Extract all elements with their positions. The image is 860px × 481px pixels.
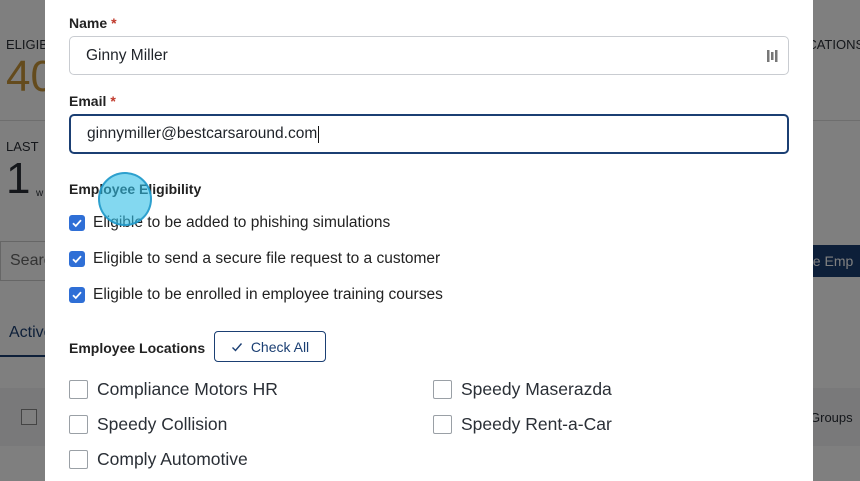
password-manager-icon[interactable]: [766, 49, 780, 63]
required-mark: *: [111, 15, 117, 31]
checkbox-unchecked-icon[interactable]: [433, 414, 452, 434]
email-label: Email *: [69, 93, 116, 109]
check-icon: [231, 342, 242, 352]
checkbox-checked-icon[interactable]: [69, 251, 85, 267]
eligibility-option-secure-file[interactable]: Eligible to send a secure file request t…: [69, 249, 440, 269]
email-label-text: Email: [69, 93, 107, 109]
checkbox-unchecked-icon[interactable]: [69, 449, 88, 469]
employee-locations-title: Employee Locations: [69, 340, 206, 356]
name-input[interactable]: Ginny Miller: [69, 36, 789, 75]
click-indicator: [98, 172, 152, 226]
email-input[interactable]: ginnymiller@bestcarsaround.com: [69, 114, 789, 154]
required-mark: *: [110, 93, 116, 109]
name-label: Name *: [69, 15, 117, 31]
name-label-text: Name: [69, 15, 108, 31]
name-input-value: Ginny Miller: [86, 46, 168, 64]
checkbox-unchecked-icon[interactable]: [69, 414, 88, 434]
check-all-button[interactable]: Check All: [214, 331, 326, 362]
edit-employee-modal: Name * Ginny Miller Email * ginnymiller@be…: [45, 0, 813, 481]
eligibility-option-training[interactable]: Eligible to be enrolled in employee trai…: [69, 285, 443, 305]
text-caret: [318, 125, 320, 143]
location-option-speedy-collision[interactable]: Speedy Collision: [69, 413, 227, 435]
check-all-label: Check All: [250, 338, 310, 355]
location-label: Speedy Collision: [97, 413, 228, 434]
checkbox-unchecked-icon[interactable]: [433, 379, 452, 399]
location-option-compliance-motors-hr[interactable]: Compliance Motors HR: [69, 378, 278, 400]
location-label: Comply Automotive: [97, 448, 248, 469]
location-label: Compliance Motors HR: [97, 378, 278, 399]
checkbox-unchecked-icon[interactable]: [69, 379, 88, 399]
email-input-value: ginnymiller@bestcarsaround.com: [87, 125, 318, 142]
checkbox-checked-icon[interactable]: [69, 287, 85, 303]
eligibility-option-label: Eligible to be enrolled in employee trai…: [93, 286, 443, 303]
eligibility-option-label: Eligible to send a secure file request t…: [93, 250, 441, 267]
checkbox-checked-icon[interactable]: [69, 215, 85, 231]
location-option-comply-automotive[interactable]: Comply Automotive: [69, 448, 248, 470]
location-option-speedy-maserazda[interactable]: Speedy Maserazda: [433, 378, 612, 400]
location-option-speedy-rent-a-car[interactable]: Speedy Rent-a-Car: [433, 413, 612, 435]
location-label: Speedy Maserazda: [461, 378, 612, 399]
location-label: Speedy Rent-a-Car: [461, 413, 612, 434]
